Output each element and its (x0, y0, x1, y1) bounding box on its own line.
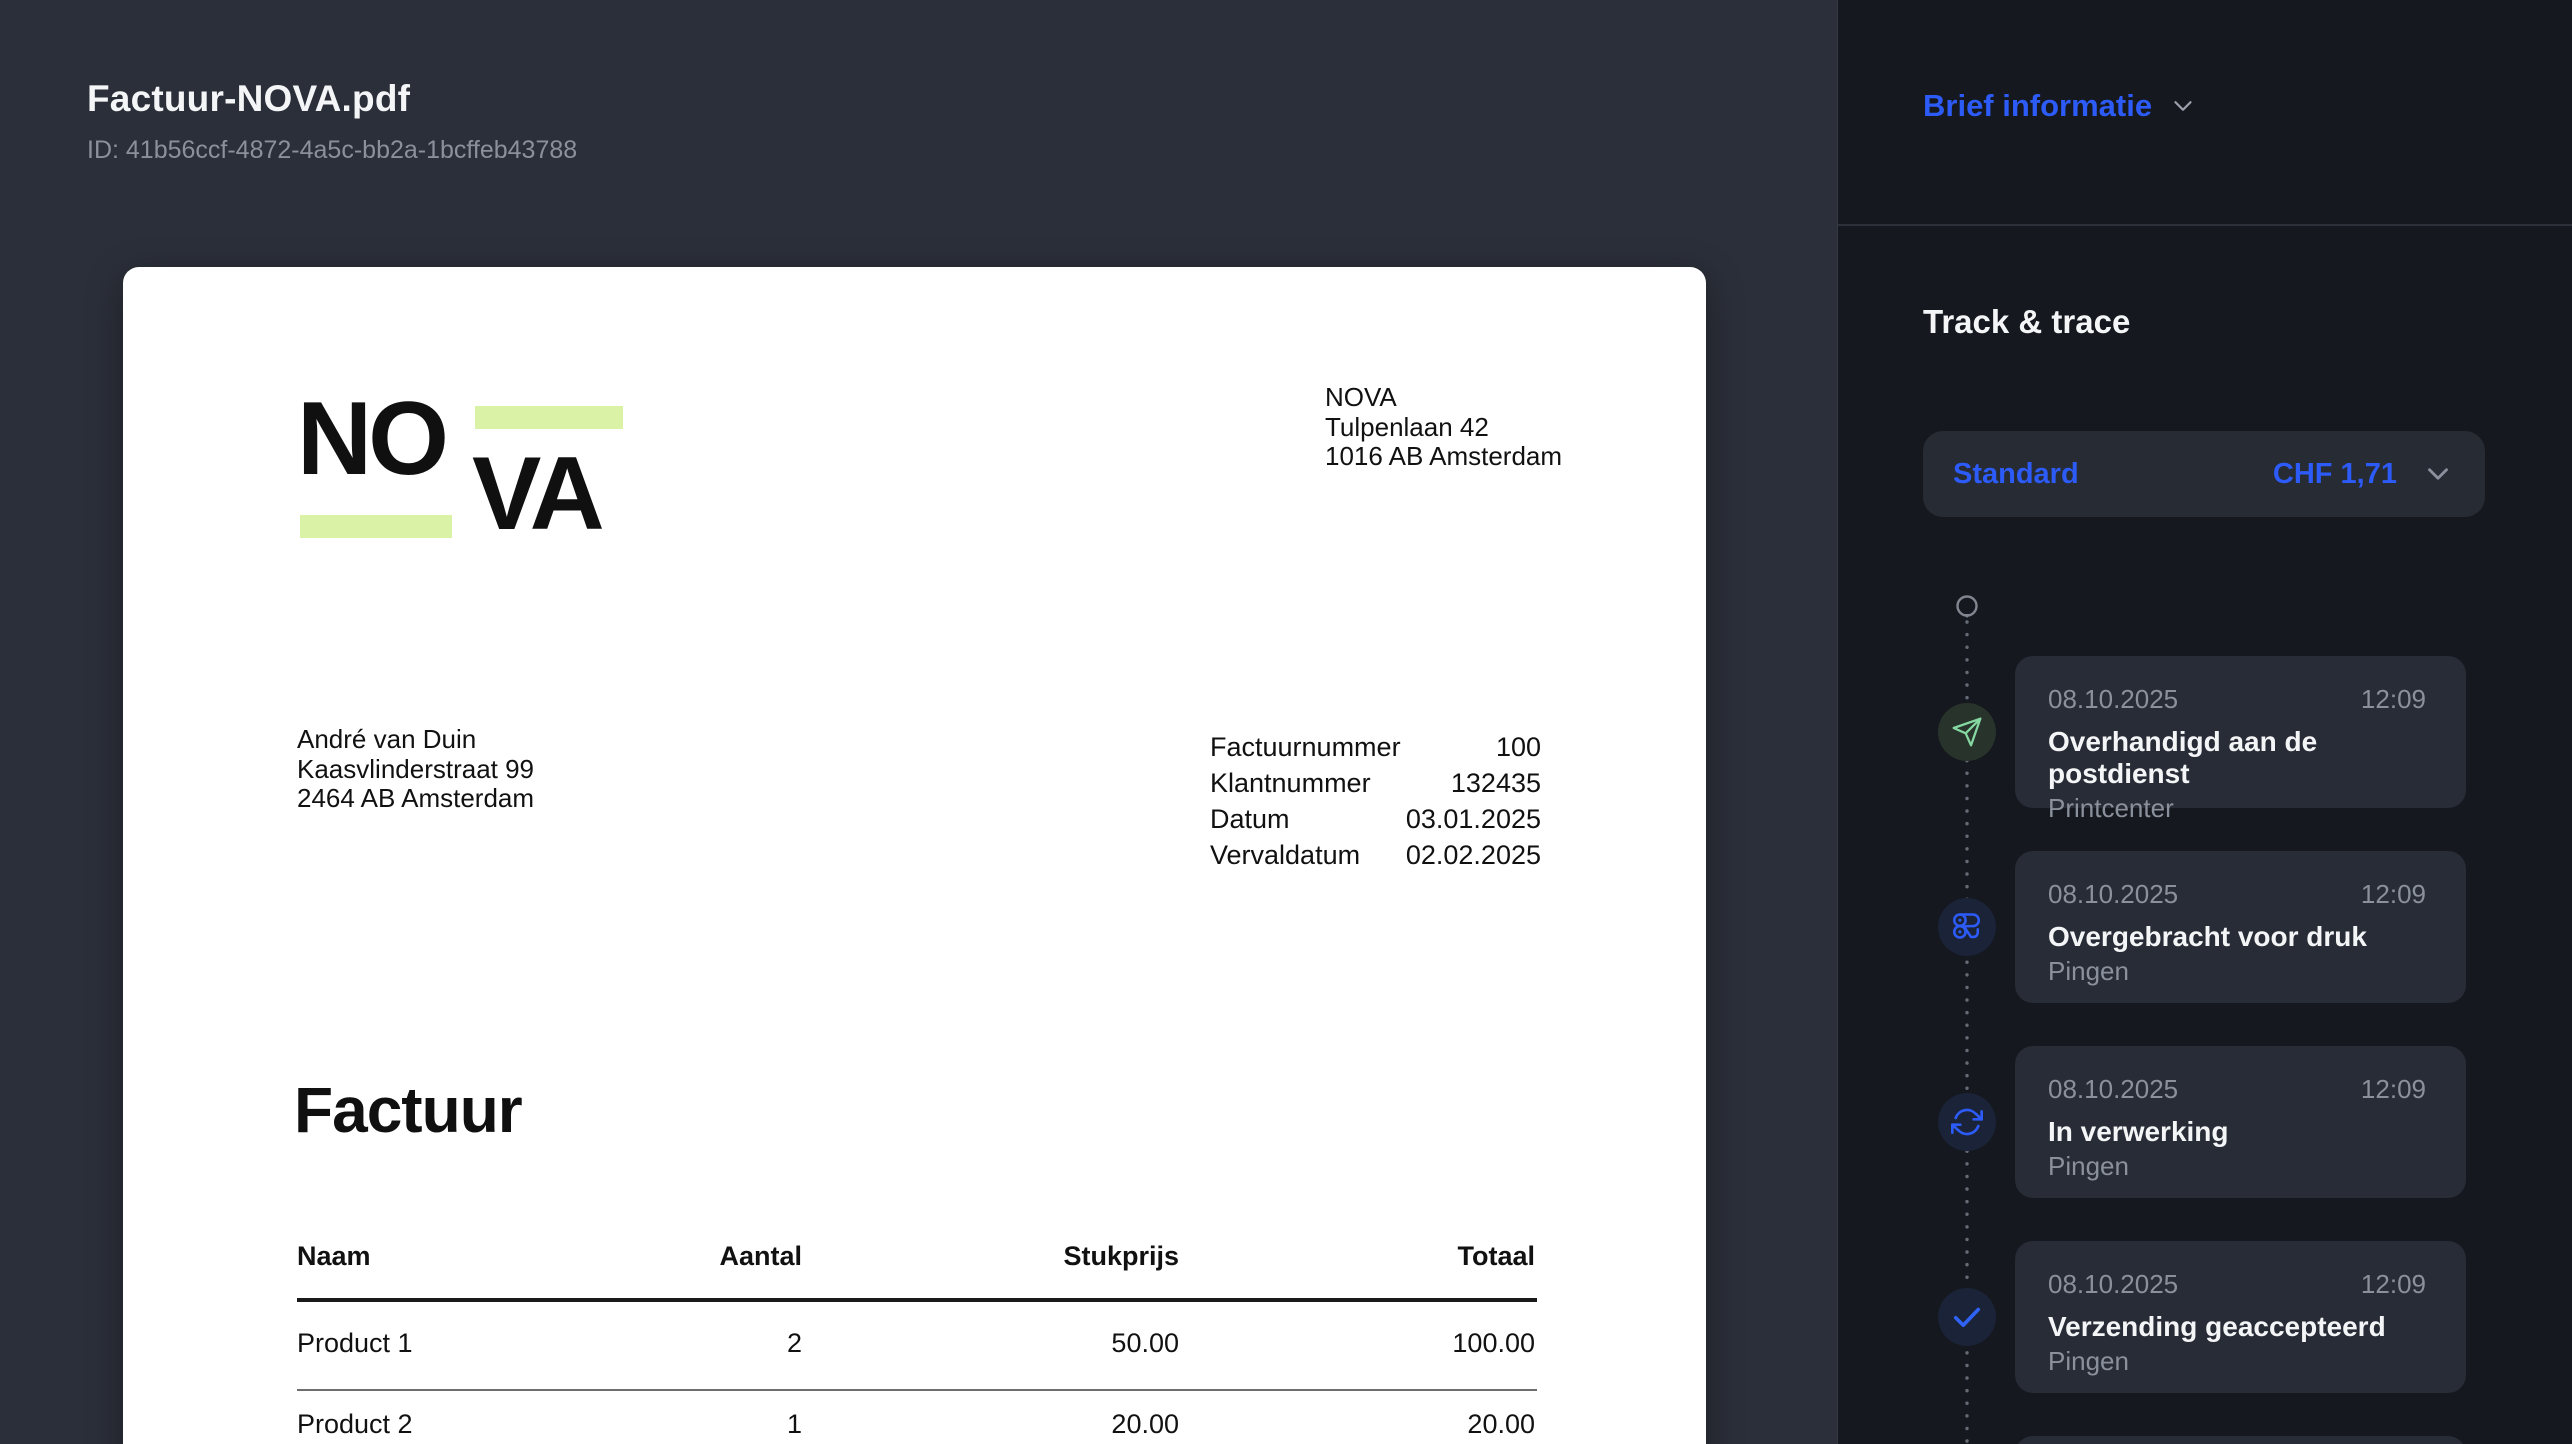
table-row: Product 1 2 50.00 100.00 (297, 1302, 1537, 1391)
card-meta: 08.10.2025 12:09 (2048, 1074, 2426, 1105)
meta-row: Vervaldatum 02.02.2025 (1210, 837, 1541, 873)
event-date: 08.10.2025 (2048, 684, 2179, 714)
event-location: Pingen (2048, 1151, 2129, 1181)
timeline-card: 08.10.2025 12:09 Overgebracht voor druk … (2015, 851, 2466, 1003)
timeline-card-partial (2015, 1436, 2466, 1444)
cell-total: 100.00 (1452, 1328, 1535, 1358)
cell-qty: 2 (786, 1328, 802, 1358)
timeline-card: 08.10.2025 12:09 Overhandigd aan de post… (2015, 656, 2466, 823)
timeline-card: 08.10.2025 12:09 In verwerking Pingen (2015, 1046, 2466, 1198)
invoice-heading: Factuur (294, 1074, 523, 1146)
event-location: Printcenter (2048, 793, 2174, 823)
logo-bar-bottom (300, 515, 452, 538)
column-header: Naam (297, 1241, 371, 1271)
meta-value: 132435 (1450, 768, 1541, 798)
shipping-price: CHF 1,71 (2272, 457, 2397, 490)
event-title: Overhandigd aan de postdienst (2048, 726, 2318, 789)
meta-label: Vervaldatum (1210, 840, 1361, 870)
cell-total: 20.00 (1467, 1409, 1535, 1439)
event-title: Overgebracht voor druk (2048, 921, 2367, 952)
event-date: 08.10.2025 (2048, 1269, 2179, 1299)
cell-unit-price: 20.00 (1111, 1409, 1179, 1439)
invoice-meta: Factuurnummer 100 Klantnummer 132435 Dat… (1210, 729, 1541, 873)
column-header: Aantal (719, 1241, 802, 1271)
card-meta: 08.10.2025 12:09 (2048, 684, 2426, 715)
meta-label: Klantnummer (1210, 768, 1371, 798)
event-title: Verzending geaccepteerd (2048, 1311, 2386, 1342)
meta-row: Klantnummer 132435 (1210, 765, 1541, 801)
timeline-card: 08.10.2025 12:09 Verzending geaccepteerd… (2015, 1241, 2466, 1393)
timeline-start-pin-icon (1950, 591, 1984, 625)
file-title: Factuur-NOVA.pdf (87, 78, 411, 119)
event-time: 12:09 (2360, 879, 2426, 909)
recipient-line: 2464 AB Amsterdam (297, 783, 535, 813)
cell-qty: 1 (786, 1409, 802, 1439)
sync-icon (1938, 1093, 1996, 1151)
meta-label: Factuurnummer (1210, 732, 1401, 762)
event-title: In verwerking (2048, 1116, 2229, 1147)
column-header: Totaal (1457, 1241, 1535, 1271)
event-time: 12:09 (2360, 1269, 2426, 1299)
recipient-line: André van Duin (297, 724, 477, 754)
event-time: 12:09 (2360, 1074, 2426, 1104)
chevron-down-icon (2168, 91, 2198, 121)
chevron-down-icon (2421, 457, 2455, 491)
sidebar-header: Brief informatie (1838, 0, 2572, 226)
meta-row: Factuurnummer 100 (1210, 729, 1541, 765)
sender-line: 1016 AB Amsterdam (1325, 441, 1563, 471)
brief-informatie-dropdown[interactable]: Brief informatie (1923, 88, 2198, 124)
sender-line: NOVA (1325, 382, 1397, 412)
app-root: Factuur-NOVA.pdf ID: 41b56ccf-4872-4a5c-… (0, 0, 2572, 1444)
invoice-table: Naam Aantal Stukprijs Totaal Product 1 2… (297, 1227, 1537, 1444)
brief-informatie-label: Brief informatie (1923, 88, 2153, 123)
recipient-line: Kaasvlinderstraat 99 (297, 753, 535, 784)
meta-value: 100 (1495, 732, 1541, 762)
event-date: 08.10.2025 (2048, 879, 2179, 909)
meta-value: 03.01.2025 (1405, 804, 1541, 834)
track-trace-sidebar: Brief informatie Track & trace Standard … (1837, 0, 2572, 1444)
document-viewer-panel: Factuur-NOVA.pdf ID: 41b56ccf-4872-4a5c-… (0, 0, 1837, 1444)
sender-address: NOVA Tulpenlaan 42 1016 AB Amsterdam (1325, 382, 1563, 472)
meta-label: Datum (1210, 804, 1290, 834)
print-roll-icon (1938, 898, 1996, 956)
cell-unit-price: 50.00 (1111, 1328, 1179, 1358)
document-id: ID: 41b56ccf-4872-4a5c-bb2a-1bcffeb43788 (87, 136, 578, 164)
table-header-row: Naam Aantal Stukprijs Totaal (297, 1227, 1537, 1302)
cell-name: Product 2 (297, 1409, 413, 1439)
logo-bar-top (475, 406, 623, 429)
logo-text-no: NO (297, 381, 449, 497)
event-time: 12:09 (2360, 684, 2426, 714)
event-date: 08.10.2025 (2048, 1074, 2179, 1104)
table-row: Product 2 1 20.00 20.00 (297, 1391, 1537, 1444)
column-header: Stukprijs (1063, 1241, 1179, 1271)
event-location: Pingen (2048, 1346, 2129, 1376)
pdf-page: NO VA NOVA Tulpenlaan 42 1016 AB Amsterd… (123, 267, 1706, 1444)
event-location: Pingen (2048, 956, 2129, 986)
card-meta: 08.10.2025 12:09 (2048, 1269, 2426, 1300)
check-icon (1938, 1288, 1996, 1346)
logo-text-va: VA (472, 436, 605, 552)
recipient-address: André van Duin Kaasvlinderstraat 99 2464… (297, 724, 535, 814)
shipping-option-label: Standard (1953, 457, 2079, 490)
meta-value: 02.02.2025 (1405, 840, 1541, 870)
section-title: Track & trace (1923, 303, 2131, 340)
shipping-method-select[interactable]: Standard CHF 1,71 (1923, 431, 2485, 517)
cell-name: Product 1 (297, 1328, 413, 1358)
sender-line: Tulpenlaan 42 (1325, 411, 1489, 442)
send-icon (1938, 703, 1996, 761)
meta-row: Datum 03.01.2025 (1210, 801, 1541, 837)
card-meta: 08.10.2025 12:09 (2048, 879, 2426, 910)
